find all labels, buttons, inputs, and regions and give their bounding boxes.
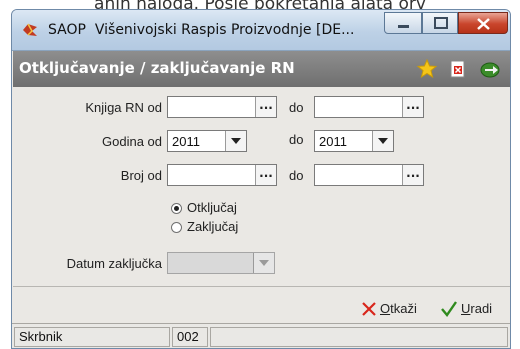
godina-from-label: Godina od (102, 134, 162, 149)
star-icon[interactable] (416, 58, 438, 79)
godina-to-select[interactable]: 2011 (314, 130, 394, 152)
knjiga-from-lookup-button[interactable]: ... (255, 97, 276, 117)
close-button[interactable] (458, 12, 508, 34)
datum-select[interactable] (167, 252, 275, 274)
radio-zakljucaj[interactable] (171, 222, 182, 233)
datum-label: Datum zaključka (66, 256, 162, 271)
title-bar: SAOP Višenivojski Raspis Proizvodnje [DE… (12, 10, 510, 51)
broj-from-lookup-button[interactable]: ... (255, 165, 276, 185)
broj-to-lookup-button[interactable]: ... (402, 165, 423, 185)
saop-app-icon (21, 22, 39, 38)
status-bar: Skrbnik 002 (12, 323, 510, 348)
broj-from-input[interactable]: ... (167, 164, 277, 186)
cancel-x-icon (362, 302, 376, 316)
knjiga-from-label: Knjiga RN od (85, 100, 162, 115)
knjiga-to-lookup-button[interactable]: ... (402, 97, 423, 117)
form-title: Otključavanje / zaključavanje RN (19, 59, 295, 77)
maximize-button[interactable] (422, 12, 458, 34)
radio-selected-dot (174, 206, 179, 211)
exit-icon[interactable] (479, 59, 500, 79)
form-header: Otključavanje / zaključavanje RN (13, 51, 510, 87)
broj-to-label: do (289, 168, 304, 183)
radio-otkljucaj-label[interactable]: Otključaj (187, 200, 237, 215)
status-value: 002 (172, 327, 208, 347)
knjiga-from-input[interactable]: ... (167, 96, 277, 118)
radio-zakljucaj-label[interactable]: Zaključaj (187, 219, 238, 234)
status-empty-cell (210, 327, 508, 347)
godina-from-select[interactable]: 2011 (167, 130, 247, 152)
godina-to-value: 2011 (319, 134, 347, 149)
chevron-down-icon[interactable] (225, 131, 246, 151)
chevron-down-icon[interactable] (372, 131, 393, 151)
execute-button-label: Uradi (461, 301, 493, 316)
broj-to-input[interactable]: ... (314, 164, 424, 186)
knjiga-to-input[interactable]: ... (314, 96, 424, 118)
minimize-button[interactable] (384, 12, 422, 34)
checkmark-icon (441, 301, 457, 317)
broj-from-label: Broj od (120, 168, 162, 183)
cancel-button-label: Otkaži (380, 301, 417, 316)
chevron-down-icon[interactable] (253, 253, 274, 273)
knjiga-to-label: do (289, 100, 304, 115)
divider (13, 286, 510, 287)
godina-to-label: do (289, 132, 304, 147)
status-label: Skrbnik (14, 327, 170, 347)
window-title: SAOP Višenivojski Raspis Proizvodnje [DE… (48, 22, 355, 38)
delete-doc-icon[interactable] (448, 59, 468, 79)
dialog-window: SAOP Višenivojski Raspis Proizvodnje [DE… (11, 9, 511, 349)
radio-otkljucaj[interactable] (171, 203, 182, 214)
godina-from-value: 2011 (172, 134, 200, 149)
